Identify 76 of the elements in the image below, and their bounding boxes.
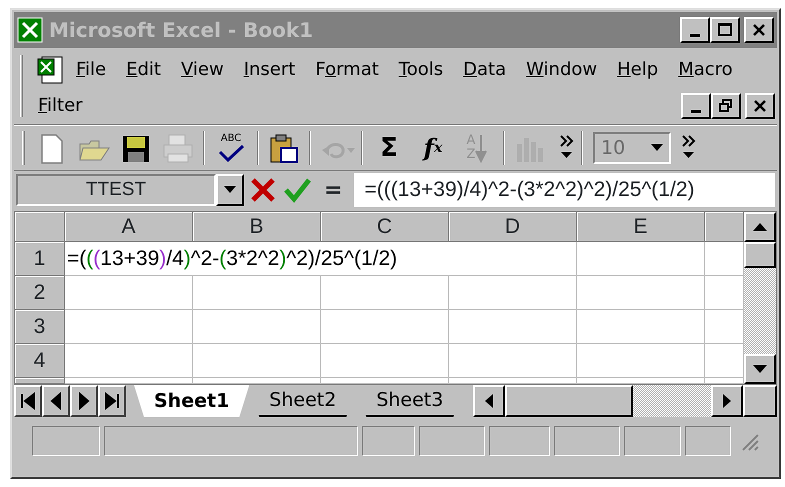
column-header[interactable]: C [321,212,449,242]
column-header[interactable]: B [193,212,321,242]
window-title: Microsoft Excel - Book1 [49,17,314,44]
equals-button[interactable]: = [316,174,350,206]
caret-icon [224,186,236,194]
row-header[interactable]: 4 [15,344,65,378]
check-icon [217,144,245,162]
column-header[interactable]: D [449,212,577,242]
menu-item[interactable]: Format [305,52,389,88]
row-header[interactable] [15,378,65,384]
scroll-thumb[interactable] [744,242,776,268]
menu-item[interactable]: Tools [388,52,454,88]
menu-item[interactable]: Window [516,52,608,88]
scroll-right-button[interactable] [711,385,743,417]
menu-item[interactable]: Insert [234,52,306,88]
autosum-button[interactable]: Σ [369,129,409,167]
scroll-down-button[interactable] [744,354,776,384]
left-arrow-icon [485,394,494,408]
row-header[interactable]: 2 [15,276,65,310]
app-icon [17,17,43,43]
maximize-button[interactable] [710,17,740,43]
arrow-icon [475,133,488,163]
status-panel [32,426,100,456]
menu-item[interactable]: Edit [116,52,171,88]
right-arrow-icon [76,392,92,410]
spelling-button[interactable]: ABC [211,129,251,167]
horizontal-scrollbar[interactable] [473,385,743,417]
close-button[interactable] [745,93,775,119]
column-header[interactable] [705,212,744,242]
column-header[interactable]: E [577,212,705,242]
vertical-scrollbar[interactable] [744,212,776,384]
table-cell: =(((13+39)/4)^2-(3*2^2)^2)/25^(1/2) [65,242,577,276]
status-panel [362,426,416,456]
menu-item[interactable]: Data [453,52,516,88]
next-sheet-button[interactable] [70,385,98,417]
dropdown-button[interactable] [216,174,244,206]
restore-button[interactable] [711,93,741,119]
column-header[interactable]: A [65,212,193,242]
scrollbar-corner [743,385,777,417]
sheet-tab[interactable]: Sheet1 [134,385,250,417]
status-panel [419,426,485,456]
minimize-button[interactable] [680,17,710,43]
maximize-icon [718,23,732,37]
menu-item[interactable]: Macro [668,52,743,88]
formula-field[interactable]: =(((13+39)/4)^2-(3*2^2)^2)/25^(1/2) [354,173,775,207]
minimize-icon [690,34,700,36]
close-icon [752,23,766,37]
status-panel [624,426,682,456]
scroll-thumb[interactable] [505,385,634,417]
name-box[interactable]: TTEST [16,174,216,206]
status-panel [685,426,732,456]
left-arrow-icon [48,392,64,410]
row-header[interactable]: 3 [15,310,65,344]
close-button[interactable] [744,17,774,43]
row-header[interactable]: 1 [15,242,65,276]
menu-item[interactable]: Help [607,52,668,88]
right-arrow-icon [723,394,731,408]
down-arrow-icon [753,365,767,373]
last-icon [104,392,120,410]
minimize-button[interactable] [681,93,711,119]
last-sheet-button[interactable] [98,385,126,417]
menu-item[interactable]: File [66,52,116,88]
up-arrow-icon [753,223,767,231]
scroll-left-button[interactable] [473,385,506,417]
status-panel [554,426,620,456]
first-sheet-button[interactable] [14,385,42,417]
select-all-corner[interactable] [15,212,65,242]
previous-sheet-button[interactable] [42,385,70,417]
restore-icon [719,99,733,113]
first-icon [20,392,36,410]
scroll-up-button[interactable] [744,212,776,242]
menu-item[interactable]: Filter [28,88,93,124]
menu-item[interactable]: View [170,52,234,88]
minimize-icon [691,110,701,112]
status-panel [488,426,550,456]
close-icon [753,99,767,113]
